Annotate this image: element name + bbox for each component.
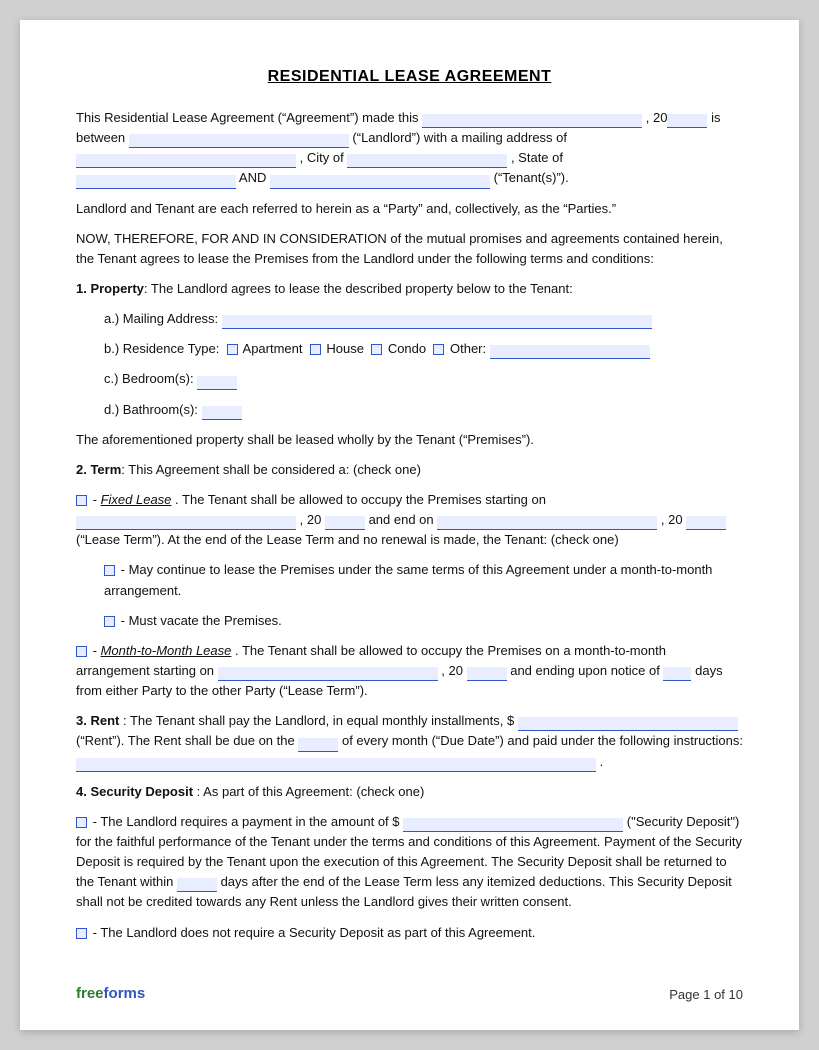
section3-text1: : The Tenant shall pay the Landlord, in … xyxy=(123,713,514,728)
fixed-text5: (“Lease Term”). At the end of the Lease … xyxy=(76,532,619,547)
page-number: Page 1 of 10 xyxy=(669,987,743,1002)
continue-lease-checkbox[interactable] xyxy=(104,565,115,576)
month-text2: , 20 xyxy=(441,663,463,678)
intro-text-3b: , State of xyxy=(511,150,563,165)
section3-label: 3. Rent xyxy=(76,713,119,728)
month-dash: - xyxy=(93,643,101,658)
section1-a-label: a.) Mailing Address: xyxy=(104,311,218,326)
section3: 3. Rent : The Tenant shall pay the Landl… xyxy=(76,711,743,771)
section3-text4: . xyxy=(600,754,604,769)
section2: 2. Term: This Agreement shall be conside… xyxy=(76,460,743,701)
house-label: House xyxy=(326,341,364,356)
fixed-dash: - xyxy=(93,492,101,507)
intro-text-3a: , City of xyxy=(300,150,344,165)
month-text3: and ending upon notice of xyxy=(510,663,660,678)
month-start-field[interactable] xyxy=(218,667,438,681)
fixed-text1: . The Tenant shall be allowed to occupy … xyxy=(175,492,546,507)
document-title: RESIDENTIAL LEASE AGREEMENT xyxy=(76,68,743,86)
apartment-label: Apartment xyxy=(243,341,303,356)
freeforms-logo: freeforms xyxy=(76,985,145,1002)
intro-text-1c: is xyxy=(711,110,720,125)
logo-free: free xyxy=(76,985,104,1002)
intro-text-4b: (“Tenant(s)”). xyxy=(494,170,569,185)
footer: freeforms Page 1 of 10 xyxy=(76,985,743,1002)
section1-c-label: c.) Bedroom(s): xyxy=(104,371,194,386)
section1-d-label: d.) Bathroom(s): xyxy=(104,402,198,417)
fixed-text2: , 20 xyxy=(300,512,322,527)
state-field[interactable] xyxy=(76,175,236,189)
end-year-field[interactable] xyxy=(686,516,726,530)
start-year-field[interactable] xyxy=(325,516,365,530)
continue-lease-text: - May continue to lease the Premises und… xyxy=(104,562,712,597)
fixed-lease-label: Fixed Lease xyxy=(101,492,172,507)
section4: 4. Security Deposit : As part of this Ag… xyxy=(76,782,743,943)
intro-text-4a: AND xyxy=(239,170,266,185)
notice-days-field[interactable] xyxy=(663,667,691,681)
intro-section: This Residential Lease Agreement (“Agree… xyxy=(76,108,743,189)
section3-text2: (“Rent”). The Rent shall be due on the xyxy=(76,733,295,748)
other-checkbox[interactable] xyxy=(433,344,444,355)
vacate-checkbox[interactable] xyxy=(104,616,115,627)
condo-label: Condo xyxy=(388,341,426,356)
intro-text-2b: (“Landlord”) with a mailing address of xyxy=(352,130,567,145)
month-lease-label: Month-to-Month Lease xyxy=(101,643,232,658)
section2-label: 2. Term xyxy=(76,462,121,477)
fixed-text4: , 20 xyxy=(661,512,683,527)
intro-text-1b: , 20 xyxy=(646,110,668,125)
section1: 1. Property: The Landlord agrees to leas… xyxy=(76,279,743,450)
now-therefore-text: NOW, THEREFORE, FOR AND IN CONSIDERATION… xyxy=(76,229,743,269)
section1-b-label: b.) Residence Type: xyxy=(104,341,219,356)
document-page: RESIDENTIAL LEASE AGREEMENT This Residen… xyxy=(20,20,799,1030)
payment-instructions-field[interactable] xyxy=(76,758,596,772)
intro-text-2a: between xyxy=(76,130,125,145)
other-field[interactable] xyxy=(490,345,650,359)
house-checkbox[interactable] xyxy=(310,344,321,355)
no-deposit-checkbox[interactable] xyxy=(76,928,87,939)
logo-forms: forms xyxy=(104,985,146,1002)
city-field[interactable] xyxy=(347,154,507,168)
apartment-checkbox[interactable] xyxy=(227,344,238,355)
section2-text: : This Agreement shall be considered a: … xyxy=(121,462,421,477)
bathrooms-field[interactable] xyxy=(202,406,242,420)
rent-amount-field[interactable] xyxy=(518,717,738,731)
landlord-name-field[interactable] xyxy=(129,134,349,148)
fixed-lease-checkbox[interactable] xyxy=(76,495,87,506)
bedrooms-field[interactable] xyxy=(197,376,237,390)
tenant-name-field[interactable] xyxy=(270,175,490,189)
premises-text: The aforementioned property shall be lea… xyxy=(76,430,743,450)
section1-text: : The Landlord agrees to lease the descr… xyxy=(144,281,573,296)
section1-label: 1. Property xyxy=(76,281,144,296)
section3-text3: of every month (“Due Date”) and paid und… xyxy=(342,733,743,748)
section1-items: a.) Mailing Address: b.) Residence Type:… xyxy=(104,309,743,420)
due-date-field[interactable] xyxy=(298,738,338,752)
vacate-text: - Must vacate the Premises. xyxy=(121,613,282,628)
section4-text: : As part of this Agreement: (check one) xyxy=(197,784,425,799)
fixed-options: - May continue to lease the Premises und… xyxy=(104,560,743,630)
parties-text: Landlord and Tenant are each referred to… xyxy=(76,199,743,219)
condo-checkbox[interactable] xyxy=(371,344,382,355)
month-lease-checkbox[interactable] xyxy=(76,646,87,657)
section4-opt1-text1: - The Landlord requires a payment in the… xyxy=(93,814,400,829)
section4-opt2-text: - The Landlord does not require a Securi… xyxy=(93,925,536,940)
date-field[interactable] xyxy=(422,114,642,128)
year-field[interactable] xyxy=(667,114,707,128)
month-year-field[interactable] xyxy=(467,667,507,681)
property-address-field[interactable] xyxy=(222,315,652,329)
intro-text-1a: This Residential Lease Agreement (“Agree… xyxy=(76,110,419,125)
other-label: Other: xyxy=(450,341,486,356)
start-date-field[interactable] xyxy=(76,516,296,530)
fixed-text3: and end on xyxy=(369,512,434,527)
section4-label: 4. Security Deposit xyxy=(76,784,193,799)
end-date-field[interactable] xyxy=(437,516,657,530)
deposit-amount-field[interactable] xyxy=(403,818,623,832)
return-days-field[interactable] xyxy=(177,878,217,892)
mailing-address-field[interactable] xyxy=(76,154,296,168)
deposit-required-checkbox[interactable] xyxy=(76,817,87,828)
